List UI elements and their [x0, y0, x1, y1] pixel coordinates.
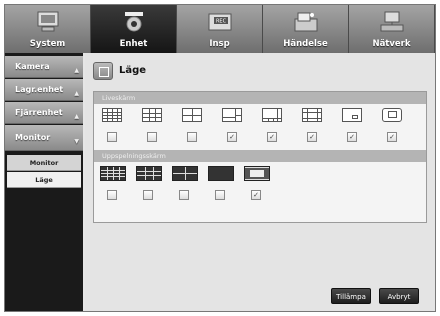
split-16-icon[interactable]	[102, 108, 122, 122]
seq-single-checkbox[interactable]	[215, 190, 225, 200]
live-pip-checkbox[interactable]: ✓	[387, 132, 397, 142]
sidebar: Kamera ▲︎ Lagr.enhet ▲︎ Fjärrenhet ▲︎ Mo…	[5, 53, 83, 311]
live-split-13-checkbox[interactable]: ✓	[307, 132, 317, 142]
seq-split-9-icon[interactable]	[136, 166, 162, 181]
svg-text:REC: REC	[216, 19, 227, 25]
split-6-icon[interactable]	[222, 108, 242, 122]
app-window: System Enhet REC Insp Händelse Nätverk K…	[4, 4, 436, 312]
split-4-icon[interactable]	[182, 108, 202, 122]
sidebar-item-label: Monitor	[15, 133, 51, 142]
live-section-label: Liveskärm	[94, 92, 426, 104]
live-split-4-checkbox[interactable]	[187, 132, 197, 142]
tab-system[interactable]: System	[5, 5, 91, 53]
seq-split-9-checkbox[interactable]	[143, 190, 153, 200]
pip-icon[interactable]	[382, 108, 402, 122]
tab-label: System	[29, 39, 66, 49]
sidebar-item-label: Lagr.enhet	[15, 85, 64, 94]
seq-split-16-icon[interactable]	[100, 166, 126, 181]
single-icon[interactable]	[342, 108, 362, 122]
sidebar-item-kamera[interactable]: Kamera ▲︎	[5, 56, 83, 78]
tab-handelse[interactable]: Händelse	[263, 5, 349, 53]
live-split-6-checkbox[interactable]: ✓	[227, 132, 237, 142]
tab-label: Enhet	[119, 39, 148, 49]
seq-split-16-checkbox[interactable]	[107, 190, 117, 200]
mode-icon	[93, 62, 113, 80]
sidebar-item-lagrenhet[interactable]: Lagr.enhet ▲︎	[5, 79, 83, 101]
top-nav: System Enhet REC Insp Händelse Nätverk	[5, 5, 435, 53]
apply-button[interactable]: Tillämpa	[331, 288, 371, 304]
live-single-checkbox[interactable]: ✓	[347, 132, 357, 142]
sidebar-item-fjarrenhet[interactable]: Fjärrenhet ▲︎	[5, 102, 83, 124]
live-split-16-checkbox[interactable]	[107, 132, 117, 142]
system-icon	[37, 11, 59, 32]
main-content: Läge Liveskärm ✓ ✓ ✓ ✓ ✓ Uppspelningsskä…	[85, 53, 435, 311]
tab-enhet[interactable]: Enhet	[91, 5, 177, 53]
chevron-icon: ▼︎	[74, 138, 79, 145]
tab-label: Insp	[209, 39, 230, 49]
split-8-icon[interactable]	[262, 108, 282, 122]
sidebar-item-label: Fjärrenhet	[15, 108, 63, 117]
sidebar-subitem-label: Monitor	[29, 159, 59, 167]
live-split-9-checkbox[interactable]	[147, 132, 157, 142]
split-9-icon[interactable]	[142, 108, 162, 122]
tab-label: Nätverk	[372, 39, 411, 49]
record-icon: REC	[208, 13, 232, 31]
page-title: Läge	[119, 65, 147, 76]
tab-insp[interactable]: REC Insp	[177, 5, 263, 53]
camera-icon	[125, 12, 143, 32]
network-icon	[380, 11, 404, 32]
sidebar-item-monitor[interactable]: Monitor ▼︎	[5, 125, 83, 151]
seq-split-6-icon[interactable]	[244, 166, 270, 181]
live-split-8-checkbox[interactable]: ✓	[267, 132, 277, 142]
seq-split-4-icon[interactable]	[172, 166, 198, 181]
split-13-icon[interactable]	[302, 108, 322, 122]
event-icon	[294, 12, 318, 32]
mode-panel: Liveskärm ✓ ✓ ✓ ✓ ✓ Uppspelningsskärm ✓	[93, 91, 427, 223]
sidebar-subitem-lage[interactable]: Läge	[7, 172, 81, 188]
sidebar-subitem-monitor[interactable]: Monitor	[7, 155, 81, 171]
sidebar-subitem-label: Läge	[35, 176, 53, 184]
seq-split-4-checkbox[interactable]	[179, 190, 189, 200]
seq-split-6-checkbox[interactable]: ✓	[251, 190, 261, 200]
sequence-section-label: Uppspelningsskärm	[94, 150, 426, 162]
cancel-button[interactable]: Avbryt	[379, 288, 419, 304]
sidebar-item-label: Kamera	[15, 62, 50, 71]
tab-label: Händelse	[283, 39, 328, 49]
tab-natverk[interactable]: Nätverk	[349, 5, 435, 53]
seq-single-icon[interactable]	[208, 166, 234, 181]
